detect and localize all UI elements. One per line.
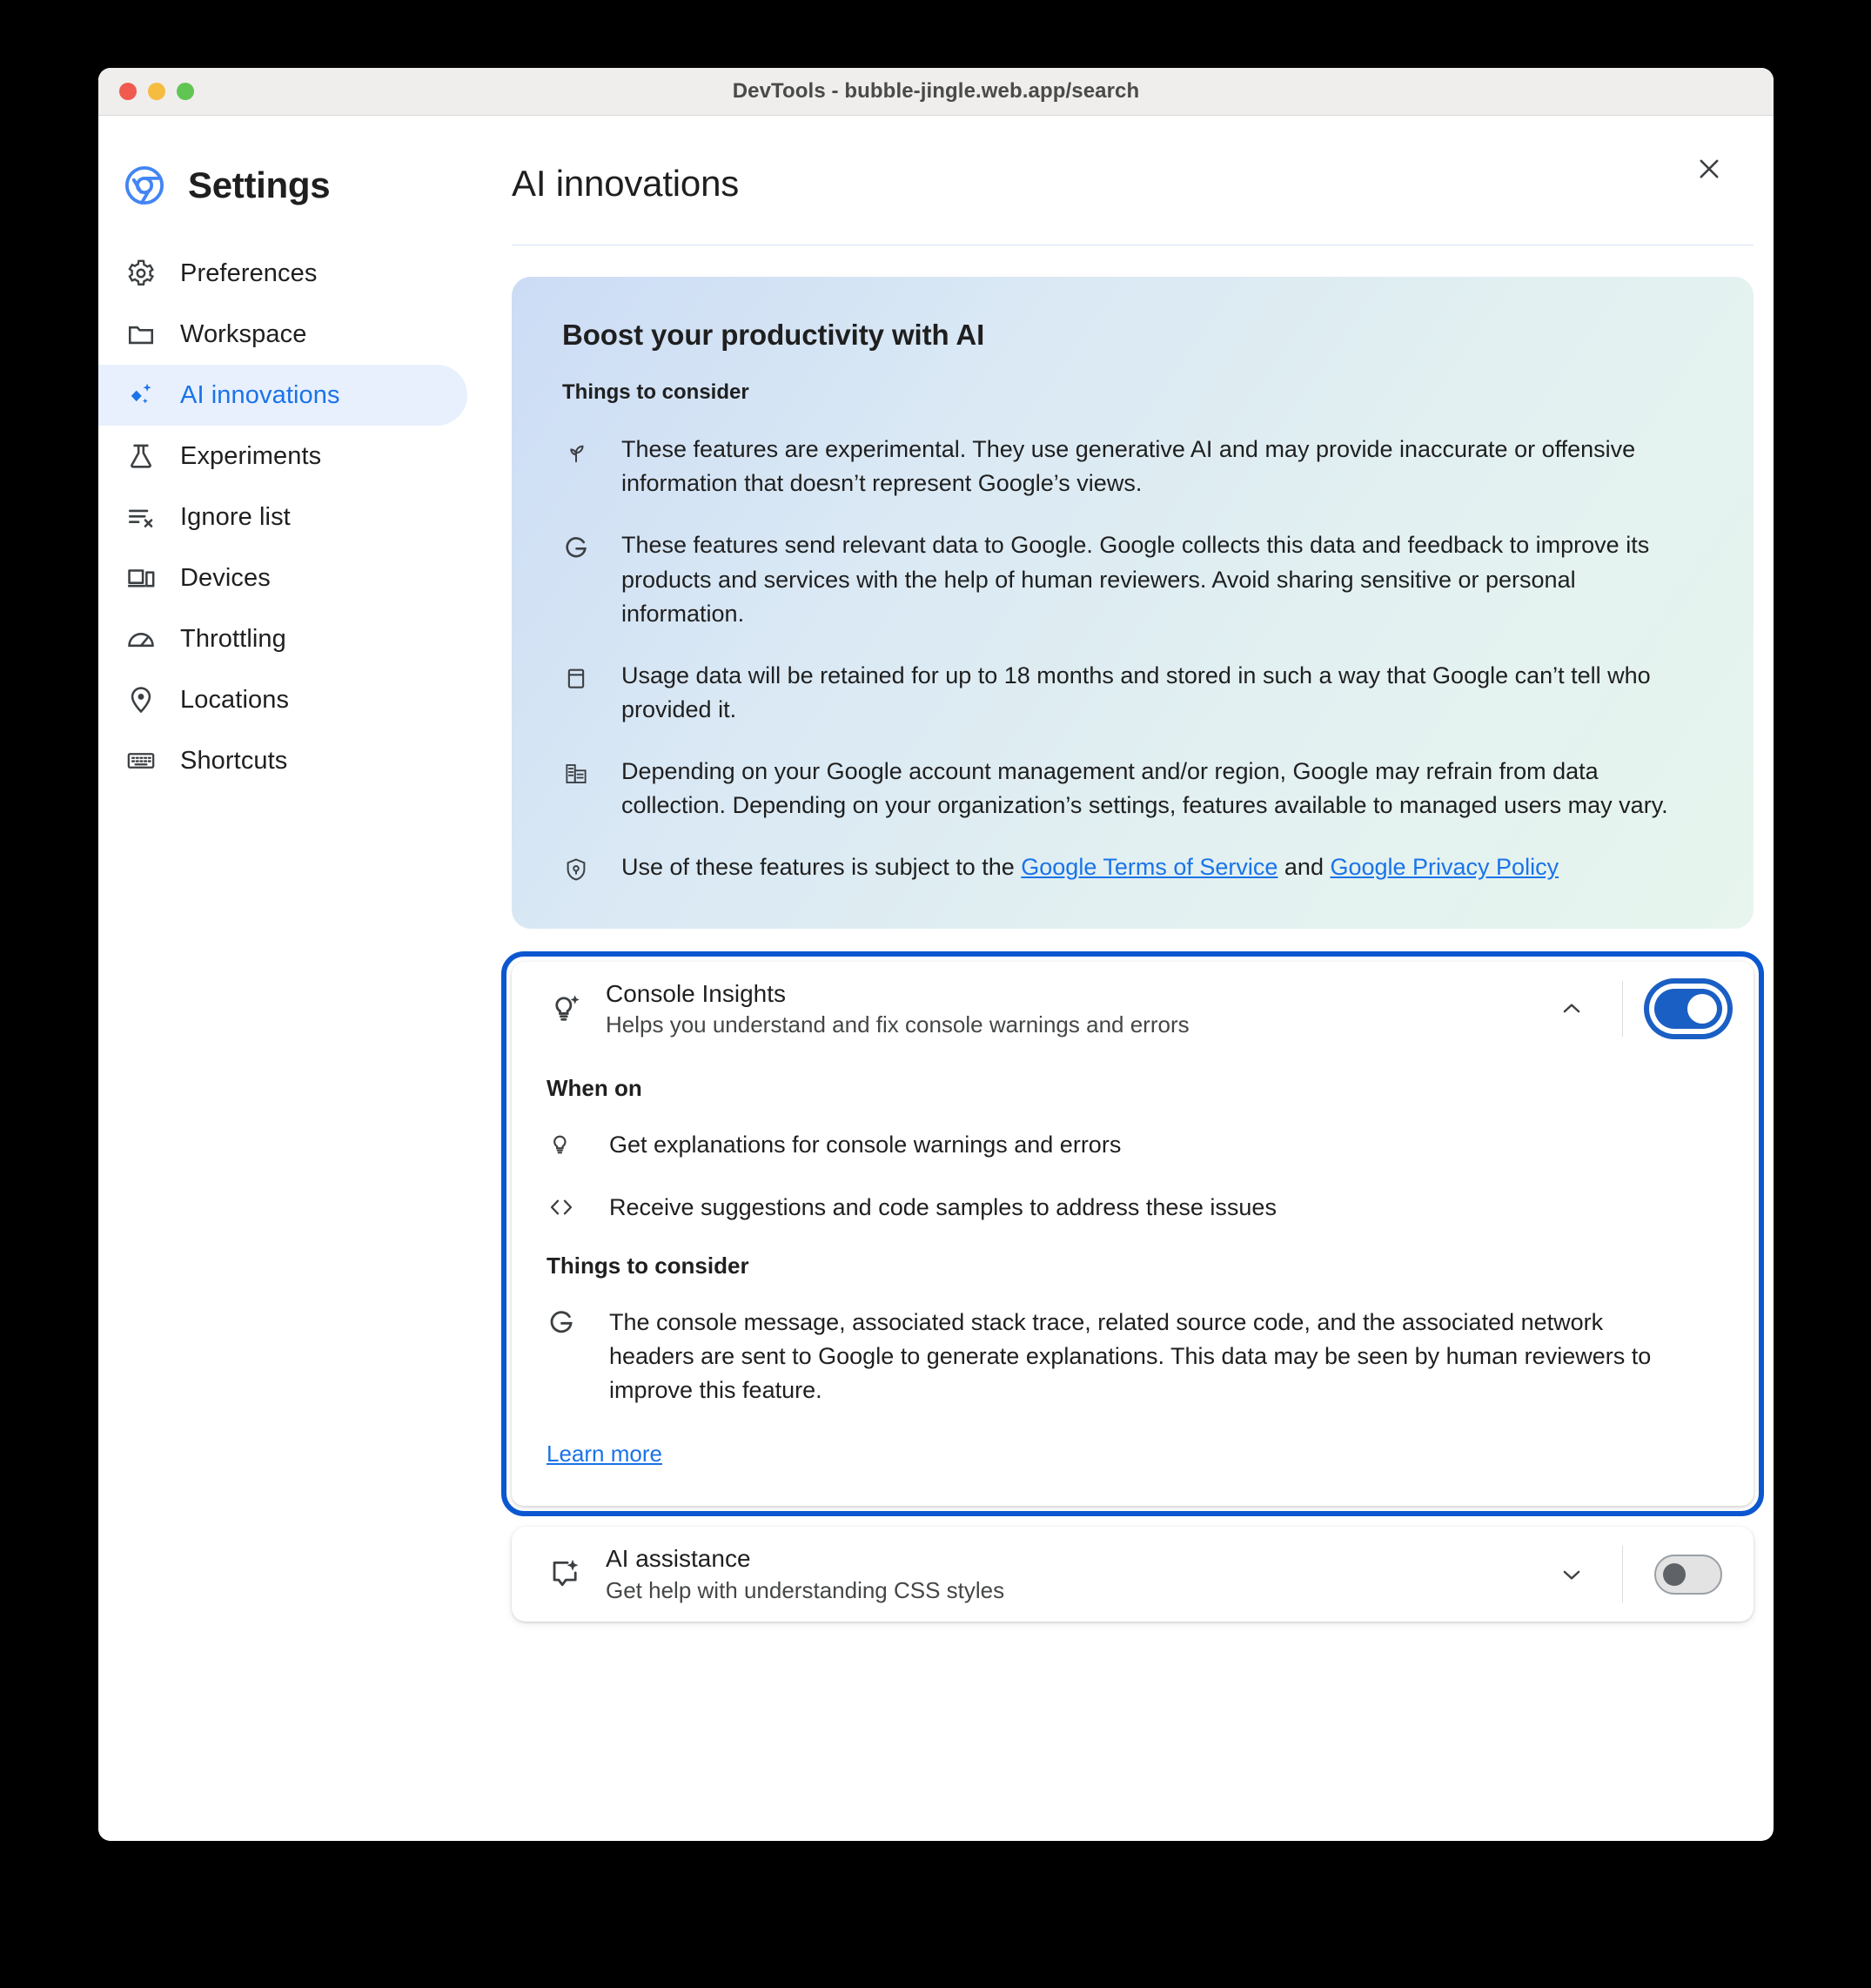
devtools-window: DevTools - bubble-jingle.web.app/search …	[98, 68, 1774, 1841]
info-panel-subtitle: Things to consider	[562, 380, 749, 405]
sidebar-item-experiments[interactable]: Experiments	[98, 426, 467, 487]
gauge-icon	[124, 622, 158, 655]
consider-text: The console message, associated stack tr…	[609, 1308, 1652, 1404]
when-on-row: Receive suggestions and code samples to …	[547, 1191, 1719, 1225]
policy-shield-icon	[562, 856, 590, 883]
ai-assistance-card[interactable]: AI assistance Get help with understandin…	[512, 1527, 1754, 1622]
ai-info-panel: Boost your productivity with AI Things t…	[512, 277, 1754, 929]
folder-icon	[124, 318, 158, 351]
info-bullet-text: Usage data will be retained for up to 18…	[621, 662, 1651, 723]
lightbulb-sparkle-icon	[547, 990, 585, 1028]
info-bullet-text: These features are experimental. They us…	[621, 436, 1636, 497]
devices-icon	[124, 561, 158, 594]
google-g-icon	[562, 534, 590, 561]
console-insights-card[interactable]: Console Insights Helps you understand an…	[501, 950, 1764, 1517]
sidebar-item-ai-innovations[interactable]: AI innovations	[98, 365, 467, 426]
settings-brand: Settings	[98, 165, 492, 206]
info-bullet: Usage data will be retained for up to 18…	[562, 659, 1703, 727]
sidebar-item-workspace[interactable]: Workspace	[98, 304, 467, 365]
settings-title: Settings	[188, 165, 331, 205]
sidebar-item-label: Experiments	[180, 441, 322, 470]
window-title: DevTools - bubble-jingle.web.app/search	[732, 79, 1140, 103]
settings-scroll-area[interactable]: Boost your productivity with AI Things t…	[492, 245, 1774, 1674]
sidebar-item-label: Preferences	[180, 259, 318, 287]
legal-prefix: Use of these features is subject to the	[621, 854, 1022, 881]
page-title: AI innovations	[512, 163, 740, 204]
console-insights-toggle-cell	[1623, 989, 1754, 1030]
sidebar-item-label: Shortcuts	[180, 746, 288, 775]
lightbulb-icon	[547, 1130, 576, 1159]
sidebar-item-label: Workspace	[180, 319, 307, 348]
gear-icon	[124, 257, 158, 290]
info-bullet-text: Depending on your Google account managem…	[621, 758, 1668, 819]
info-bullet: These features send relevant data to Goo…	[562, 528, 1703, 630]
console-insights-toggle[interactable]	[1654, 989, 1722, 1030]
list-x-icon	[124, 500, 158, 534]
settings-sidebar: Settings Preferences Workspace AI innova…	[98, 116, 492, 1841]
keyboard-icon	[124, 744, 158, 777]
consider-heading: Things to consider	[547, 1252, 749, 1279]
console-insights-title: Console Insights	[606, 979, 787, 1007]
legal-middle: and	[1278, 854, 1331, 881]
sparkle-diamond-icon	[124, 379, 158, 412]
devtools-logo-icon	[124, 165, 164, 205]
sidebar-item-ignore-list[interactable]: Ignore list	[98, 487, 467, 547]
sidebar-item-label: Devices	[180, 563, 271, 592]
chat-sparkle-icon	[547, 1555, 585, 1594]
sidebar-item-label: AI innovations	[180, 380, 340, 409]
sidebar-item-locations[interactable]: Locations	[98, 669, 467, 730]
ai-assistance-title: AI assistance	[606, 1545, 751, 1573]
settings-main-pane: AI innovations Boost your productivity w…	[492, 116, 1774, 1841]
flask-icon	[124, 440, 158, 473]
window-titlebar: DevTools - bubble-jingle.web.app/search	[98, 68, 1774, 116]
ai-assistance-toggle[interactable]	[1654, 1554, 1722, 1595]
console-insights-description: Helps you understand and fix console war…	[606, 1011, 1190, 1038]
when-on-row: Get explanations for console warnings an…	[547, 1128, 1719, 1162]
sidebar-item-label: Ignore list	[180, 502, 291, 531]
ai-assistance-texts: AI assistance Get help with understandin…	[606, 1527, 1546, 1622]
close-settings-button[interactable]	[1687, 146, 1732, 191]
google-privacy-policy-link[interactable]: Google Privacy Policy	[1330, 854, 1559, 880]
ai-assistance-expand-button[interactable]	[1546, 1548, 1598, 1601]
ai-assistance-toggle-cell	[1623, 1554, 1754, 1595]
chevron-down-icon	[1563, 1570, 1580, 1580]
corporate-icon	[562, 760, 590, 788]
info-panel-title: Boost your productivity with AI	[562, 319, 985, 352]
sidebar-nav: Preferences Workspace AI innovations Exp…	[98, 243, 492, 791]
when-on-text: Receive suggestions and code samples to …	[609, 1193, 1277, 1220]
sidebar-item-shortcuts[interactable]: Shortcuts	[98, 730, 467, 791]
ai-assistance-description: Get help with understanding CSS styles	[606, 1576, 1005, 1603]
location-pin-icon	[124, 683, 158, 716]
console-insights-body: When on Get explanations for console war…	[512, 1075, 1754, 1506]
sidebar-item-label: Throttling	[180, 624, 286, 653]
sidebar-item-preferences[interactable]: Preferences	[98, 243, 467, 304]
when-on-heading: When on	[547, 1075, 642, 1102]
sidebar-item-throttling[interactable]: Throttling	[98, 608, 467, 669]
consider-row: The console message, associated stack tr…	[547, 1306, 1719, 1407]
info-legal-bullet: Use of these features is subject to the …	[562, 850, 1703, 884]
console-insights-learn-more-link[interactable]: Learn more	[547, 1441, 662, 1467]
console-insights-header[interactable]: Console Insights Helps you understand an…	[512, 962, 1754, 1057]
ai-assistance-header[interactable]: AI assistance Get help with understandin…	[512, 1527, 1754, 1622]
code-brackets-icon	[547, 1192, 576, 1222]
info-bullet-text: These features send relevant data to Goo…	[621, 532, 1650, 627]
google-g-icon	[547, 1307, 576, 1337]
main-header: AI innovations	[492, 116, 1774, 204]
ai-feature-cards: Console Insights Helps you understand an…	[501, 950, 1764, 1674]
info-bullet: These features are experimental. They us…	[562, 433, 1703, 500]
console-insights-collapse-button[interactable]	[1546, 983, 1598, 1035]
calendar-icon	[562, 664, 590, 692]
close-icon	[1700, 159, 1719, 178]
sidebar-item-devices[interactable]: Devices	[98, 547, 467, 608]
console-insights-texts: Console Insights Helps you understand an…	[606, 962, 1546, 1057]
sprout-icon	[562, 438, 590, 466]
chevron-up-icon	[1563, 1004, 1580, 1013]
google-terms-of-service-link[interactable]: Google Terms of Service	[1021, 854, 1278, 880]
sidebar-item-label: Locations	[180, 685, 290, 714]
info-bullet: Depending on your Google account managem…	[562, 755, 1703, 823]
when-on-text: Get explanations for console warnings an…	[609, 1132, 1122, 1159]
